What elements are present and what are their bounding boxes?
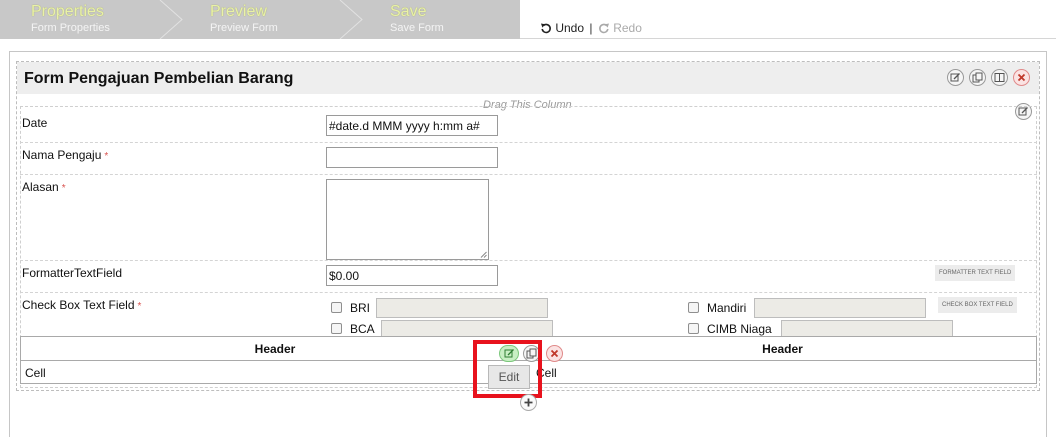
date-label: Date: [22, 116, 48, 130]
step-divider-icon: [159, 0, 183, 39]
formatter-type-tag: FORMATTER TEXT FIELD: [935, 265, 1016, 281]
grid-column-delete-button[interactable]: [546, 345, 563, 362]
formatter-field[interactable]: $0.00: [326, 265, 498, 286]
checkbox-field-label-text: Check Box Text Field: [22, 298, 135, 312]
nama-pengaju-field[interactable]: [326, 147, 498, 168]
form-delete-button[interactable]: [1013, 69, 1030, 86]
grid-header-2[interactable]: Header: [529, 337, 1036, 361]
alasan-label: Alasan *: [22, 180, 66, 194]
undo-label: Undo: [555, 21, 585, 35]
checkbox-cimb-niaga[interactable]: [688, 323, 699, 334]
checkbox-mandiri-text-input[interactable]: [754, 298, 926, 318]
checkbox-bri[interactable]: [331, 302, 342, 313]
step-divider-icon: [339, 0, 363, 39]
grid-cell-1[interactable]: Cell: [25, 366, 46, 380]
grid-header-1[interactable]: Header: [21, 337, 529, 361]
close-icon: [1017, 73, 1026, 82]
redo-label: Redo: [613, 21, 642, 35]
alasan-label-text: Alasan: [22, 180, 59, 194]
required-mark: *: [104, 151, 109, 162]
step-save-title: Save: [390, 3, 427, 20]
nama-pengaju-label: Nama Pengaju *: [22, 148, 108, 162]
undo-redo-group: Undo | Redo: [540, 21, 642, 35]
form-columns-button[interactable]: [991, 69, 1008, 86]
undo-redo-separator: |: [589, 21, 593, 35]
required-mark: *: [61, 183, 66, 194]
row-divider: [20, 142, 1037, 143]
step-save[interactable]: Save Save Form: [390, 0, 510, 39]
row-divider: [20, 260, 1037, 261]
row-divider: [20, 174, 1037, 175]
copy-icon: [972, 72, 983, 83]
form-edit-button[interactable]: [947, 69, 964, 86]
step-save-subtitle: Save Form: [390, 22, 444, 34]
checkbox-cimb-niaga-label: CIMB Niaga: [707, 322, 772, 336]
nama-pengaju-label-text: Nama Pengaju: [22, 148, 102, 162]
plus-icon: [524, 398, 533, 407]
step-preview-title: Preview: [210, 3, 267, 20]
redo-icon: [598, 23, 609, 34]
formatter-label: FormatterTextField: [22, 266, 123, 280]
highlight-box: [473, 340, 542, 398]
checkbox-type-tag: CHECK BOX TEXT FIELD: [938, 297, 1017, 313]
close-icon: [550, 349, 559, 358]
form-title: Form Pengajuan Pembelian Barang: [24, 70, 294, 87]
checkbox-mandiri[interactable]: [688, 302, 699, 313]
step-properties-subtitle: Form Properties: [31, 22, 110, 34]
checkbox-bca[interactable]: [331, 323, 342, 334]
step-properties-title: Properties: [31, 3, 104, 20]
columns-icon: [994, 73, 1005, 82]
top-bar: Properties Form Properties Preview Previ…: [0, 0, 1056, 39]
checkbox-bri-label: BRI: [350, 301, 371, 315]
checkbox-field-label: Check Box Text Field *: [22, 298, 141, 312]
checkbox-bca-label: BCA: [350, 322, 375, 336]
wizard-steps: Properties Form Properties Preview Previ…: [0, 0, 520, 39]
alasan-textarea[interactable]: [326, 179, 489, 260]
required-mark: *: [137, 301, 142, 312]
redo-button[interactable]: Redo: [598, 21, 642, 35]
undo-button[interactable]: Undo: [540, 21, 587, 35]
form-copy-button[interactable]: [969, 69, 986, 86]
edit-icon: [950, 73, 960, 82]
undo-icon: [541, 23, 551, 34]
checkbox-bri-text-input[interactable]: [376, 298, 548, 318]
resize-grip-icon[interactable]: [480, 251, 487, 258]
add-column-button[interactable]: [520, 394, 537, 411]
checkbox-mandiri-label: Mandiri: [707, 301, 747, 315]
form-header: Form Pengajuan Pembelian Barang: [17, 62, 1039, 94]
step-preview-subtitle: Preview Form: [210, 22, 278, 34]
row-divider: [20, 292, 1037, 293]
date-field[interactable]: #date.d MMM yyyy h:mm a#: [326, 115, 498, 136]
